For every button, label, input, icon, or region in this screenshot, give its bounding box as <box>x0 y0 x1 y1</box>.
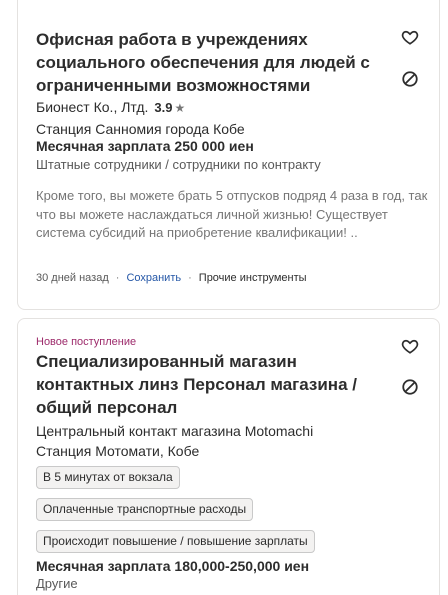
not-interested-icon[interactable] <box>400 377 420 397</box>
job-card[interactable]: Офисная работа в учреждениях социального… <box>17 0 440 310</box>
attribute-tag: Оплаченные транспортные расходы <box>36 498 254 521</box>
job-title[interactable]: Специализированный магазин контактных ли… <box>36 350 381 419</box>
attribute-tag: В 5 минутах от вокзала <box>36 466 180 489</box>
job-title[interactable]: Офисная работа в учреждениях социального… <box>36 28 381 97</box>
posted-date: 30 дней назад <box>36 272 109 284</box>
job-salary: Месячная зарплата 250 000 иен <box>36 138 254 154</box>
job-card[interactable]: Новое поступление Специализированный маг… <box>17 318 440 595</box>
job-location: Станция Санномия города Кобе <box>36 121 245 137</box>
save-job-heart-icon[interactable] <box>400 336 420 356</box>
company-line: Бионест Ко., Лтд. 3.9 ★ <box>36 98 185 117</box>
save-link[interactable]: Сохранить <box>126 272 181 284</box>
company-rating: 3.9 <box>154 100 173 115</box>
save-job-heart-icon[interactable] <box>400 27 420 47</box>
not-interested-icon[interactable] <box>400 69 420 89</box>
job-footer: 30 дней назад · Сохранить · Прочие инстр… <box>36 272 307 284</box>
job-employment-type: Другие <box>36 576 78 591</box>
job-snippet: Кроме того, вы можете брать 5 отпусков п… <box>36 188 428 240</box>
company-name[interactable]: Бионест Ко., Лтд. <box>36 99 148 115</box>
job-salary: Месячная зарплата 180,000-250,000 иен <box>36 558 310 574</box>
attribute-tag: Происходит повышение / повышение зарплат… <box>36 530 315 553</box>
job-employment-type: Штатные сотрудники / сотрудники по контр… <box>36 157 321 172</box>
new-posting-label: Новое поступление <box>36 336 137 348</box>
company-location-line-2: Станция Мотомати, Кобе <box>36 443 200 459</box>
more-tools-link[interactable]: Прочие инструменты <box>199 272 307 284</box>
company-location-line-1: Центральный контакт магазина Motomachi <box>36 423 314 439</box>
star-icon: ★ <box>174 101 186 115</box>
separator-dot: · <box>188 272 192 284</box>
separator-dot: · <box>115 272 120 284</box>
